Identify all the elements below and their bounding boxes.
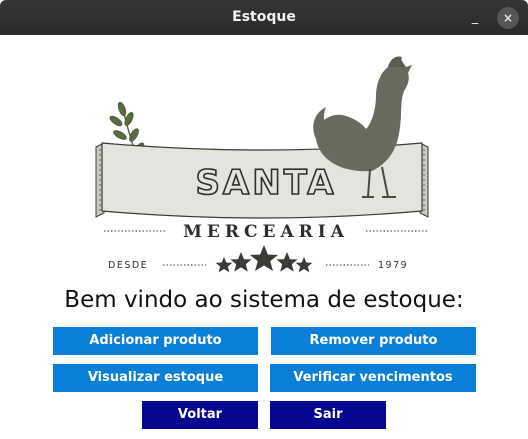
window-title: Estoque (232, 9, 296, 25)
star-icon (295, 257, 313, 273)
check-expiry-button[interactable]: Verificar vencimentos (270, 364, 476, 392)
star-icon (230, 252, 252, 272)
remove-product-button[interactable]: Remover produto (271, 327, 476, 355)
store-logo: SANTA MERCEARIA DESDE 1979 (16, 43, 440, 279)
exit-button[interactable]: Sair (270, 401, 386, 429)
logo-subtitle: MERCEARIA (183, 222, 349, 242)
star-icon (276, 252, 298, 272)
view-stock-button[interactable]: Visualizar estoque (53, 364, 258, 392)
add-product-button[interactable]: Adicionar produto (53, 327, 258, 355)
logo-caption-left: DESDE (108, 260, 148, 271)
logo-caption-right: 1979 (378, 260, 408, 271)
welcome-message: Bem vindo ao sistema de estoque: (64, 287, 464, 313)
app-window: Estoque _ × SANTA MERCEARIA DESDE 1979 B… (0, 0, 528, 439)
star-icon (250, 245, 278, 271)
star-icon (215, 257, 233, 273)
main-content: SANTA MERCEARIA DESDE 1979 Bem vindo ao … (0, 35, 528, 439)
logo-title: SANTA (195, 163, 336, 203)
minimize-icon[interactable]: _ (464, 7, 486, 29)
close-icon[interactable]: × (497, 7, 519, 29)
star-rating (215, 245, 313, 273)
back-button[interactable]: Voltar (142, 401, 258, 429)
title-bar[interactable]: Estoque _ × (0, 0, 528, 35)
